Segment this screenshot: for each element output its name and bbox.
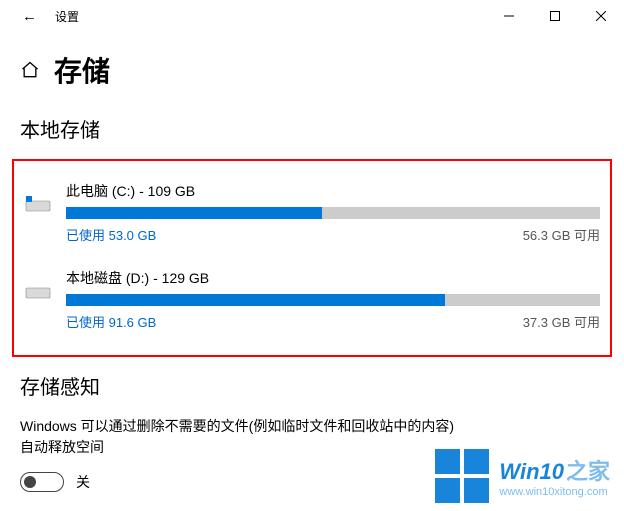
drive-d[interactable]: 本地磁盘 (D:) - 129 GB 已使用 91.6 GB 37.3 GB 可… xyxy=(20,262,604,337)
drive-d-bar-fill xyxy=(66,294,445,306)
drive-c-name: 此电脑 (C:) - 109 GB xyxy=(66,181,600,201)
home-icon[interactable] xyxy=(20,60,40,80)
drives-panel: 此电脑 (C:) - 109 GB 已使用 53.0 GB 56.3 GB 可用… xyxy=(12,159,612,357)
drive-d-bar xyxy=(66,294,600,306)
watermark-brand: Win10之家 xyxy=(499,454,610,486)
drive-d-free: 37.3 GB 可用 xyxy=(523,312,600,331)
watermark: Win10之家 www.win10xitong.com xyxy=(435,449,610,503)
drive-d-name: 本地磁盘 (D:) - 129 GB xyxy=(66,268,600,288)
window-controls xyxy=(486,0,624,32)
drive-c-free: 56.3 GB 可用 xyxy=(523,225,600,244)
storage-sense-toggle[interactable] xyxy=(20,472,64,492)
close-button[interactable] xyxy=(578,0,624,32)
drive-d-used: 已使用 91.6 GB xyxy=(66,312,156,331)
page-header: 存储 xyxy=(0,32,624,100)
drive-c-icon xyxy=(24,181,52,244)
section-local-storage-title: 本地存储 xyxy=(0,100,624,153)
back-button[interactable]: ← xyxy=(22,8,37,25)
drive-c-used: 已使用 53.0 GB xyxy=(66,225,156,244)
storage-sense-description: Windows 可以通过删除不需要的文件(例如临时文件和回收站中的内容)自动释放… xyxy=(0,410,480,472)
titlebar: ← 设置 xyxy=(0,0,624,32)
drive-c-bar-fill xyxy=(66,207,322,219)
drive-c[interactable]: 此电脑 (C:) - 109 GB 已使用 53.0 GB 56.3 GB 可用 xyxy=(20,175,604,250)
maximize-button[interactable] xyxy=(532,0,578,32)
drive-c-bar xyxy=(66,207,600,219)
windows-logo-icon xyxy=(435,449,489,503)
drive-d-icon xyxy=(24,268,52,331)
watermark-url: www.win10xitong.com xyxy=(499,486,610,498)
toggle-knob xyxy=(24,476,36,488)
section-storage-sense-title: 存储感知 xyxy=(0,357,624,410)
app-title: 设置 xyxy=(55,8,79,25)
minimize-button[interactable] xyxy=(486,0,532,32)
page-title: 存储 xyxy=(54,50,110,90)
storage-sense-toggle-label: 关 xyxy=(76,472,90,492)
